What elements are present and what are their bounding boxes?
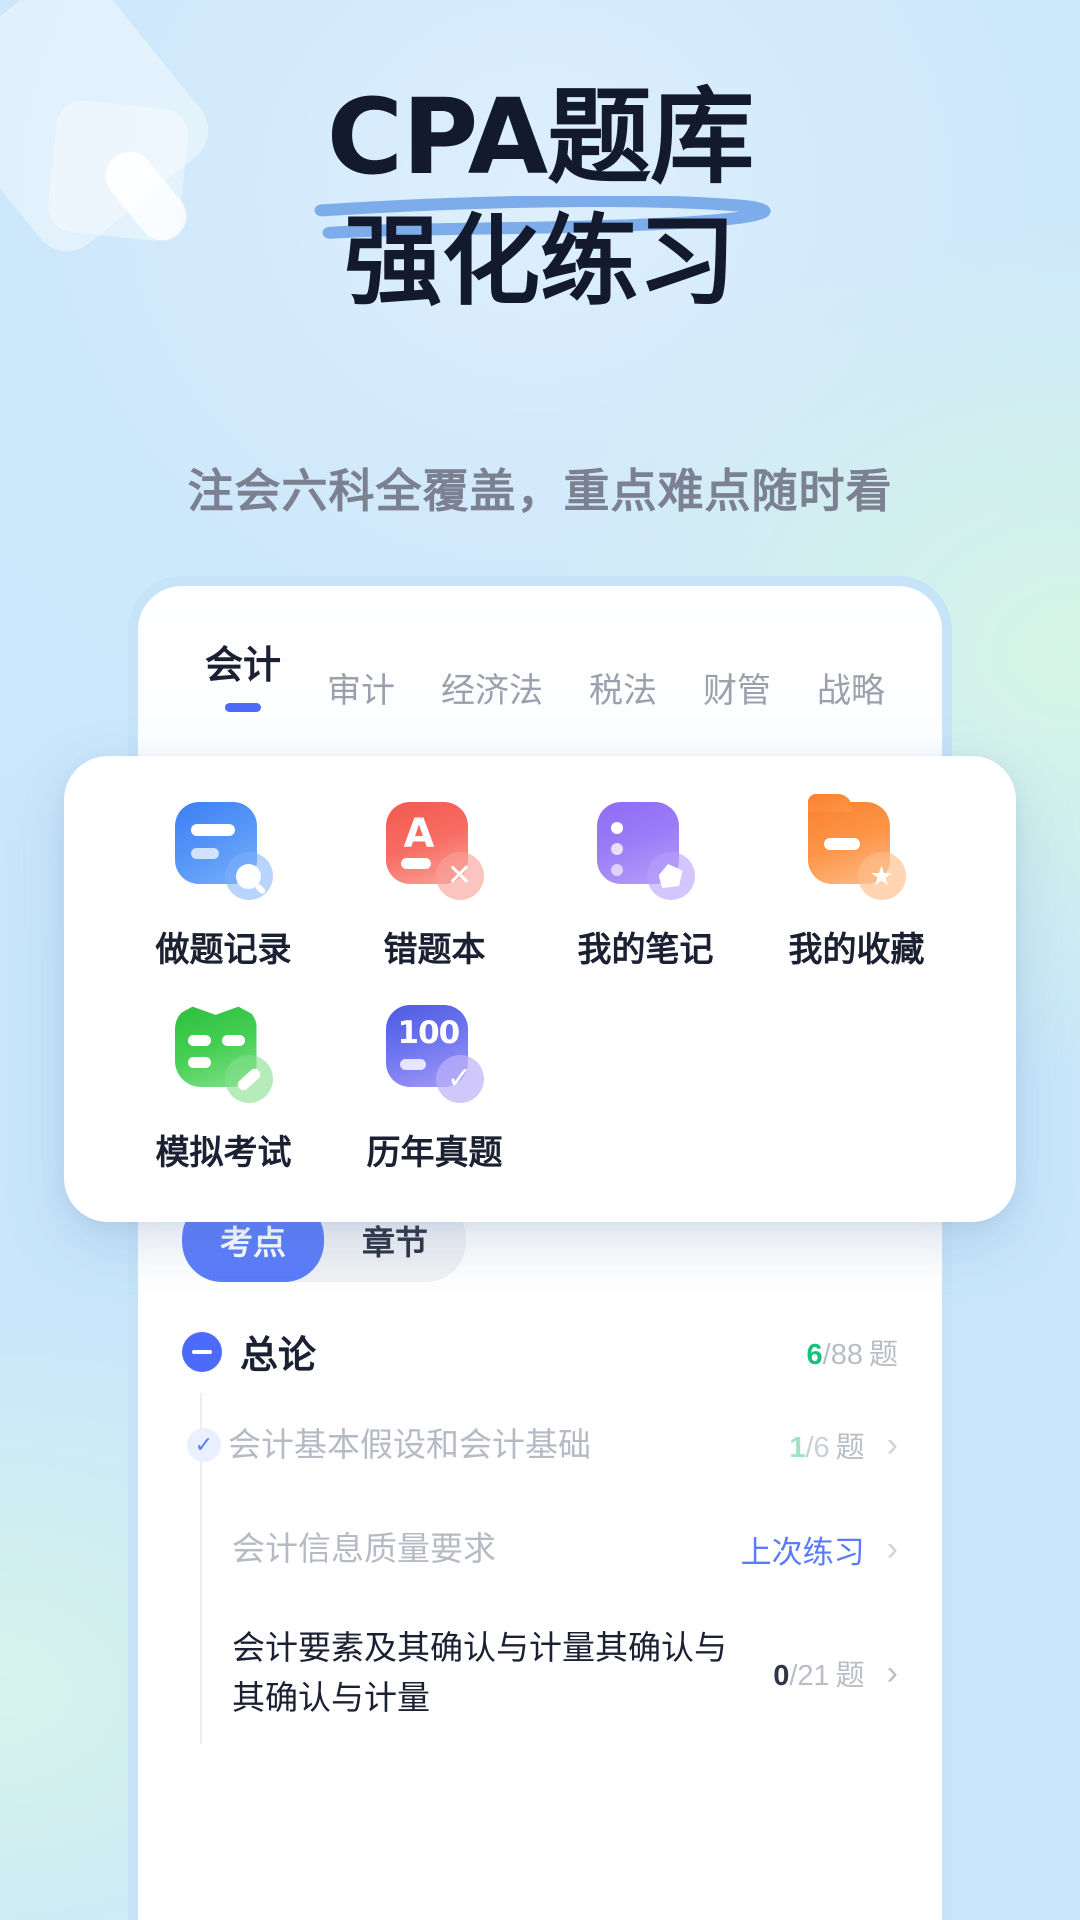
- chapter-progress: 6/88 题: [807, 1331, 898, 1373]
- tab-label: 战略: [817, 672, 886, 710]
- topic-progress-total: /21: [789, 1659, 830, 1692]
- past-papers-icon: 100 ✓: [385, 1005, 484, 1103]
- hero-title-line1: CPA题库: [326, 76, 754, 198]
- mock-exam-icon: [174, 1005, 273, 1103]
- folder-star-icon: ★: [807, 794, 906, 900]
- promo-page: CPA题库 强化练习 注会六科全覆盖，重点难点随时看 会计 审计 经济法 税法 …: [0, 0, 1080, 1920]
- subject-tabbar: 会计 审计 经济法 税法 财管 战略: [138, 586, 942, 712]
- minus-circle-icon[interactable]: [182, 1331, 222, 1372]
- hero-title-line2: 强化练习: [343, 205, 736, 320]
- record-search-icon: [174, 802, 273, 900]
- hero-subtitle: 注会六科全覆盖，重点难点随时看: [187, 465, 893, 517]
- feature-label: 做题记录: [155, 931, 292, 969]
- hundred-glyph: 100: [397, 1015, 461, 1051]
- chapter-progress-done: 6: [806, 1338, 823, 1371]
- feature-my-notes[interactable]: 我的笔记: [540, 802, 751, 971]
- check-icon: ✓: [187, 1428, 221, 1462]
- letter-a-glyph: A: [403, 811, 435, 857]
- tab-label: 经济法: [441, 672, 544, 710]
- chapter-list: 总论 6/88 题 ✓ 会计基本假设和会计基础 1/6 题 › 会计信息质量要求…: [138, 1282, 942, 1744]
- chevron-right-icon[interactable]: ›: [887, 1428, 898, 1462]
- chevron-right-icon[interactable]: ›: [887, 1656, 898, 1690]
- hero-heading: CPA题库 强化练习: [0, 84, 1080, 314]
- tab-tax-law[interactable]: 税法: [566, 663, 680, 712]
- feature-label: 历年真题: [366, 1134, 503, 1172]
- tab-label: 税法: [589, 672, 658, 710]
- topic-title: 会计信息质量要求: [232, 1530, 496, 1568]
- tab-audit[interactable]: 审计: [304, 663, 418, 712]
- topic-row[interactable]: 会计信息质量要求 上次练习 ›: [228, 1497, 898, 1601]
- chapter-progress-unit: 题: [868, 1338, 898, 1371]
- tab-label: 财管: [703, 672, 772, 710]
- topic-row[interactable]: ✓ 会计基本假设和会计基础 1/6 题 ›: [187, 1393, 898, 1497]
- chapter-progress-total: /88: [822, 1338, 863, 1371]
- feature-record-search[interactable]: 做题记录: [118, 802, 329, 971]
- feature-label: 我的收藏: [788, 931, 925, 969]
- topic-progress-done: 1: [789, 1432, 806, 1464]
- tab-label: 会计: [205, 645, 282, 687]
- tab-label: 审计: [327, 672, 396, 710]
- topic-row[interactable]: 会计要素及其确认与计量其确认与其确认与计量 0/21 题 ›: [228, 1601, 898, 1744]
- topic-progress: 0/21 题: [773, 1652, 864, 1694]
- chapter-header-row[interactable]: 总论 6/88 题: [182, 1282, 898, 1393]
- topic-progress-done: 0: [773, 1659, 790, 1692]
- tab-active-indicator: [225, 703, 261, 712]
- topic-title: 会计基本假设和会计基础: [228, 1426, 591, 1464]
- feature-empty-slot: [540, 1005, 751, 1174]
- feature-label: 模拟考试: [155, 1134, 292, 1172]
- topic-progress-unit: 题: [835, 1432, 865, 1464]
- topic-title: 会计要素及其确认与计量其确认与其确认与计量: [232, 1629, 727, 1716]
- topic-list: ✓ 会计基本假设和会计基础 1/6 题 › 会计信息质量要求 上次练习 › 会计要…: [187, 1393, 898, 1744]
- tab-accounting[interactable]: 会计: [182, 634, 304, 712]
- chevron-right-icon[interactable]: ›: [887, 1532, 898, 1566]
- feature-shortcuts-panel: 做题记录 A ✕ 错题本 我的笔记 ★ 我的收藏 模拟考试 100 ✓ 历年真题: [64, 756, 1016, 1222]
- chapter-title: 总论: [240, 1335, 317, 1377]
- feature-wrong-answers[interactable]: A ✕ 错题本: [329, 802, 540, 971]
- topic-progress-total: /6: [805, 1432, 830, 1464]
- tab-economic-law[interactable]: 经济法: [418, 663, 566, 712]
- feature-my-favorites[interactable]: ★ 我的收藏: [751, 794, 962, 971]
- star-glyph: ★: [869, 860, 894, 891]
- feature-empty-slot: [751, 1005, 962, 1174]
- tab-financial-management[interactable]: 财管: [680, 663, 794, 712]
- feature-label: 错题本: [383, 931, 486, 969]
- tick-glyph: ✓: [446, 1062, 473, 1095]
- topic-progress: 1/6 题: [789, 1424, 864, 1466]
- feature-past-papers[interactable]: 100 ✓ 历年真题: [329, 1005, 540, 1174]
- feature-mock-exam[interactable]: 模拟考试: [118, 1005, 329, 1174]
- feature-label: 我的笔记: [577, 931, 714, 969]
- topic-progress-unit: 题: [835, 1659, 865, 1692]
- notes-edit-icon: [596, 802, 695, 900]
- last-practice-label[interactable]: 上次练习: [741, 1527, 865, 1572]
- tab-strategy[interactable]: 战略: [794, 663, 908, 712]
- wrong-answer-icon: A ✕: [385, 802, 484, 900]
- cross-glyph: ✕: [446, 859, 473, 892]
